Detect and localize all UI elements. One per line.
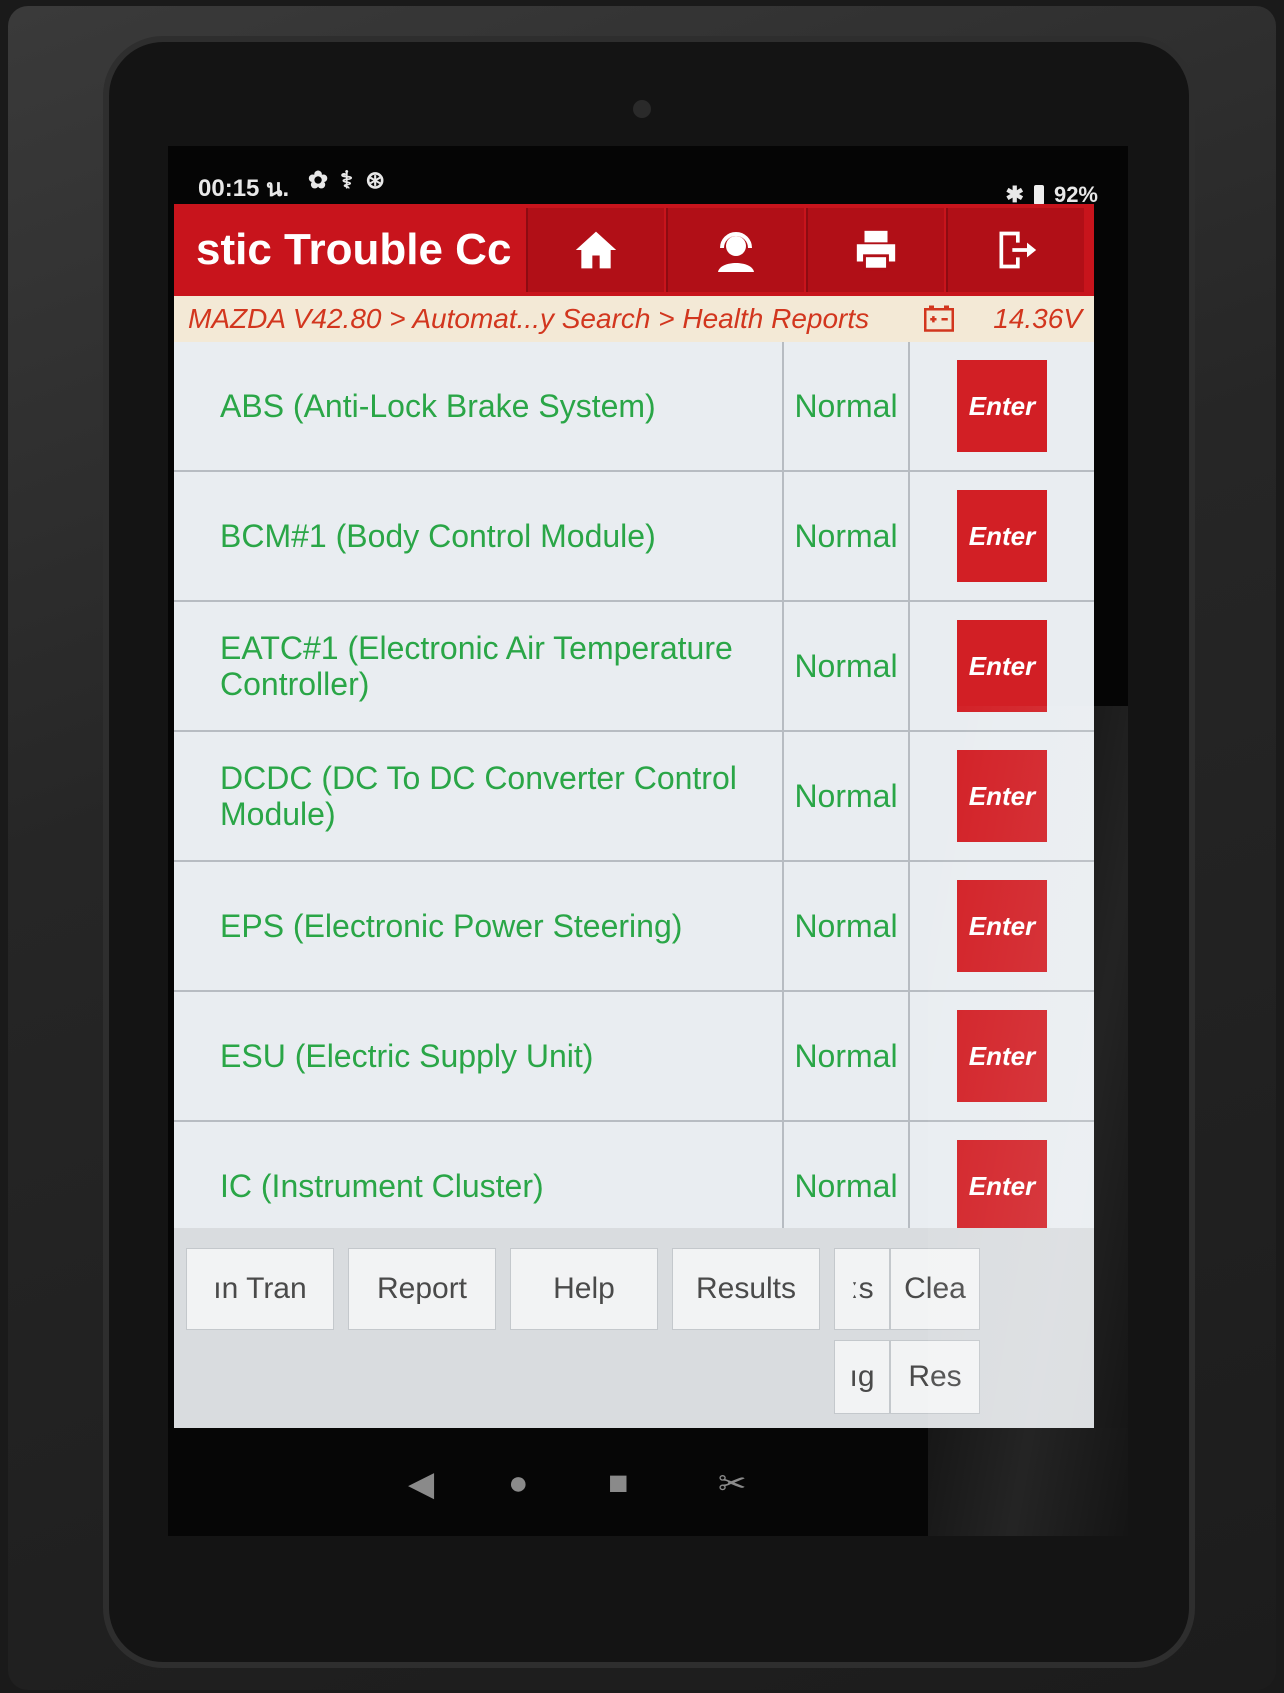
table-row: ESU (Electric Supply Unit) Normal Enter: [174, 992, 1094, 1122]
home-button[interactable]: [526, 208, 664, 292]
home-icon: [575, 231, 617, 269]
front-camera: [633, 100, 651, 118]
back-icon[interactable]: ◀: [408, 1464, 434, 1504]
enter-button[interactable]: Enter: [957, 750, 1047, 842]
enter-button[interactable]: Enter: [957, 880, 1047, 972]
breadcrumb: MAZDA V42.80 > Automat...y Search > Heal…: [174, 296, 1094, 342]
module-name: DCDC (DC To DC Converter Control Module): [174, 732, 784, 860]
screen: 00:15 น. ✿⚕⊛ ✱ 92% stic Trouble Cc MAZDA…: [168, 146, 1128, 1536]
status-icons: ✿⚕⊛: [308, 166, 397, 195]
tablet-device: 00:15 น. ✿⚕⊛ ✱ 92% stic Trouble Cc MAZDA…: [8, 6, 1276, 1690]
enter-button[interactable]: Enter: [957, 620, 1047, 712]
table-row: EATC#1 (Electronic Air Temperature Contr…: [174, 602, 1094, 732]
reset-button[interactable]: Res: [890, 1340, 980, 1414]
support-button[interactable]: [666, 208, 804, 292]
partial-button[interactable]: ːs: [834, 1248, 890, 1330]
module-name: ESU (Electric Supply Unit): [174, 992, 784, 1120]
stethoscope-icon: ⚕: [340, 167, 366, 194]
voltage-readout: 14.36V: [993, 303, 1082, 334]
table-row: DCDC (DC To DC Converter Control Module)…: [174, 732, 1094, 862]
home-nav-icon[interactable]: ●: [508, 1464, 529, 1503]
module-name: BCM#1 (Body Control Module): [174, 472, 784, 600]
table-row: ABS (Anti-Lock Brake System) Normal Ente…: [174, 342, 1094, 472]
status-bar: 00:15 น. ✿⚕⊛ ✱ 92%: [168, 146, 1128, 207]
print-button[interactable]: [806, 208, 944, 292]
module-status: Normal: [784, 602, 910, 730]
clear-button[interactable]: Clea: [890, 1248, 980, 1330]
module-status: Normal: [784, 992, 910, 1120]
battery-icon: [1033, 185, 1044, 205]
support-icon: [718, 232, 754, 272]
module-status: Normal: [784, 472, 910, 600]
enter-button[interactable]: Enter: [957, 1140, 1047, 1232]
status-time: 00:15 น.: [198, 175, 290, 202]
screenshot-icon[interactable]: ✂: [718, 1464, 747, 1504]
enter-button[interactable]: Enter: [957, 490, 1047, 582]
module-name: ABS (Anti-Lock Brake System): [174, 342, 784, 470]
bottom-toolbar: ın Tran Report Help Results ːs Clea ıg R…: [174, 1228, 1094, 1428]
exit-button[interactable]: [946, 208, 1084, 292]
module-status: Normal: [784, 732, 910, 860]
transfer-button[interactable]: ın Tran: [186, 1248, 334, 1330]
module-status: Normal: [784, 342, 910, 470]
report-button[interactable]: Report: [348, 1248, 496, 1330]
accessibility-icon: ⊛: [365, 167, 398, 194]
app-header: stic Trouble Cc: [174, 204, 1094, 296]
partial-button-2[interactable]: ıg: [834, 1340, 890, 1414]
gear-icon: ✿: [308, 167, 341, 194]
android-navbar: ◀ ● ■ ✂: [168, 1428, 1128, 1536]
exit-icon: [999, 231, 1037, 269]
car-battery-icon: [924, 305, 954, 332]
module-status: Normal: [784, 862, 910, 990]
table-row: BCM#1 (Body Control Module) Normal Enter: [174, 472, 1094, 602]
module-list: ABS (Anti-Lock Brake System) Normal Ente…: [174, 342, 1094, 1342]
enter-button[interactable]: Enter: [957, 1010, 1047, 1102]
enter-button[interactable]: Enter: [957, 360, 1047, 452]
help-button[interactable]: Help: [510, 1248, 658, 1330]
breadcrumb-path: MAZDA V42.80 > Automat...y Search > Heal…: [188, 303, 870, 334]
results-button[interactable]: Results: [672, 1248, 820, 1330]
page-title: stic Trouble Cc: [196, 225, 512, 274]
recents-icon[interactable]: ■: [608, 1464, 629, 1503]
module-name: EPS (Electronic Power Steering): [174, 862, 784, 990]
table-row: EPS (Electronic Power Steering) Normal E…: [174, 862, 1094, 992]
module-name: EATC#1 (Electronic Air Temperature Contr…: [174, 602, 784, 730]
print-icon: [856, 230, 896, 271]
